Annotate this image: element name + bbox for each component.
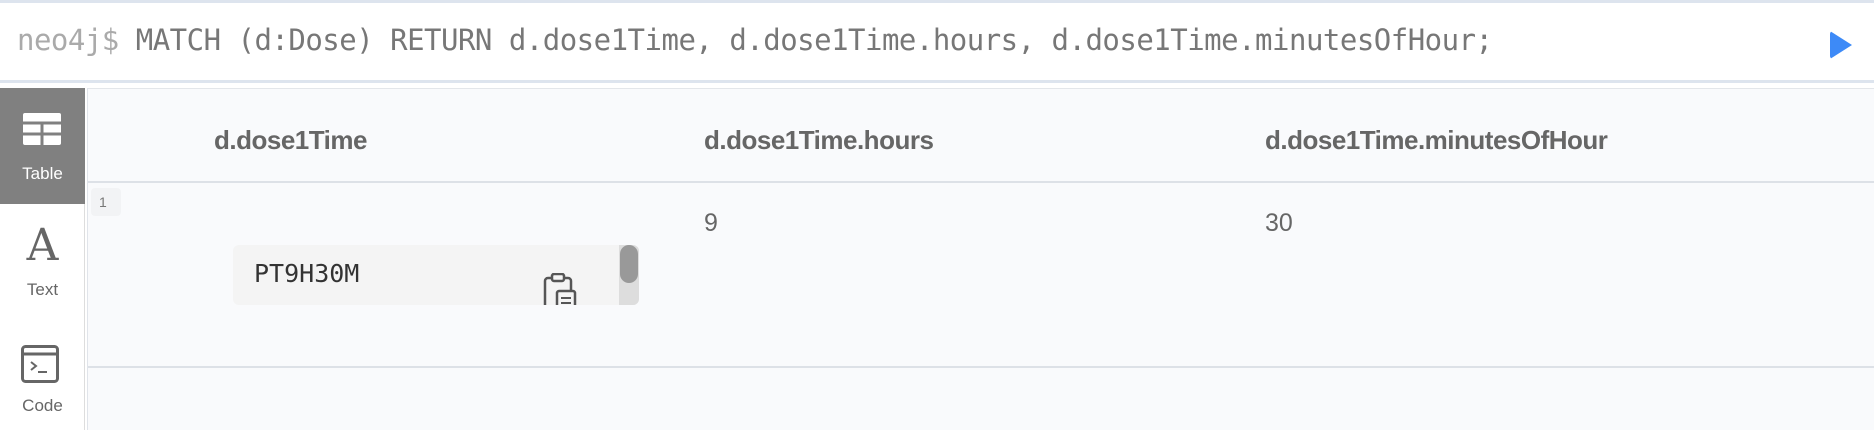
column-header: d.dose1Time <box>214 125 367 155</box>
cell-value: 30 <box>1265 209 1293 237</box>
row-number: 1 <box>91 188 121 216</box>
results-table: d.dose1Time d.dose1Time.hours d.dose1Tim… <box>88 88 1874 368</box>
sidebar-item-label: Code <box>22 396 63 415</box>
sidebar-item-code[interactable]: Code <box>0 320 85 436</box>
sidebar-item-label: Table <box>22 164 63 183</box>
cell-value: 9 <box>704 209 718 237</box>
sidebar-item-label: Text <box>26 280 59 299</box>
query-editor[interactable]: neo4j$ MATCH (d:Dose) RETURN d.dose1Time… <box>0 0 1874 83</box>
cell-value[interactable]: PT9H30M <box>254 259 359 288</box>
scrollbar-thumb[interactable] <box>620 245 638 283</box>
text-icon: A <box>26 220 59 271</box>
sidebar-item-table[interactable]: Table <box>0 88 85 204</box>
clipboard-icon[interactable] <box>543 273 583 305</box>
results-panel: d.dose1Time d.dose1Time.hours d.dose1Tim… <box>87 88 1874 430</box>
run-button[interactable] <box>1830 31 1852 59</box>
code-cell: PT9H30M <box>233 245 639 305</box>
scrollbar[interactable] <box>619 245 639 305</box>
code-icon <box>21 345 59 383</box>
table-icon <box>23 113 61 145</box>
view-sidebar: Table A Text Code <box>0 88 85 430</box>
column-header: d.dose1Time.minutesOfHour <box>1265 125 1608 155</box>
column-header: d.dose1Time.hours <box>704 125 934 155</box>
prompt: neo4j$ <box>17 23 119 57</box>
query-input[interactable]: MATCH (d:Dose) RETURN d.dose1Time, d.dos… <box>136 23 1493 57</box>
table-header: d.dose1Time d.dose1Time.hours d.dose1Tim… <box>88 89 1874 183</box>
sidebar-item-text[interactable]: A Text <box>0 204 85 320</box>
query-text[interactable]: neo4j$ MATCH (d:Dose) RETURN d.dose1Time… <box>17 23 1493 57</box>
